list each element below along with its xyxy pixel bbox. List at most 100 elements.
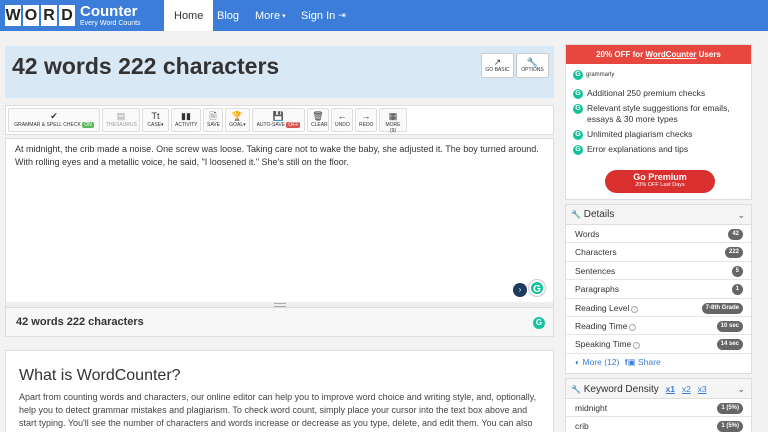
more-button[interactable]: ▦ MORE (9) [379, 108, 407, 134]
detail-row-speaking-time: Speaking Time? 14 sec [566, 335, 751, 354]
arrow-left-icon: ← [337, 111, 347, 121]
go-premium-button[interactable]: Go Premium 20% OFF Last Days [605, 170, 715, 193]
count-badge: 1 (5%) [717, 403, 743, 414]
keyword-row: midnight 1 (5%) [566, 399, 751, 418]
logo[interactable]: W O R D Counter Every Word Counts [5, 3, 141, 28]
page-title: 42 words 222 characters [12, 53, 280, 79]
options-button[interactable]: 🔧 OPTIONS [516, 53, 549, 78]
toggle-icon: ◐ [575, 356, 581, 367]
go-basic-button[interactable]: ↗ GO BASIC [481, 53, 514, 78]
count-badge: 14 sec [716, 339, 743, 351]
grammar-check-button[interactable]: ✔ GRAMMAR & SPELL CHECK ON [8, 108, 100, 132]
detail-row-sentences: Sentences 5 [566, 262, 751, 281]
grammarly-icon[interactable]: G [529, 280, 545, 296]
text-editor[interactable]: At midnight, the crib made a noise. One … [5, 138, 554, 303]
external-link-icon: ↗ [493, 57, 502, 67]
undo-button[interactable]: ← UNDO [331, 108, 353, 132]
editor-text[interactable]: At midnight, the crib made a noise. One … [15, 144, 539, 167]
details-panel: 🔧 Details ⌄ Words 42 Characters 222 Senten… [565, 204, 752, 374]
redo-button[interactable]: → REDO [355, 108, 377, 132]
detail-row-words: Words 42 [566, 225, 751, 244]
promo-list: G Additional 250 premium checks G Relevant… [573, 88, 748, 159]
bar-chart-icon: ▮▮ [181, 111, 191, 121]
on-badge: ON [82, 122, 94, 128]
chevron-down-icon[interactable]: ⌄ [737, 205, 745, 225]
count-badge: 42 [728, 229, 743, 240]
thesaurus-button[interactable]: ▤ THESAURUS [102, 108, 140, 132]
list-item: G Additional 250 premium checks [573, 88, 748, 99]
wrench-icon: 🔧 [526, 57, 539, 67]
trash-icon: 🗑 [312, 111, 324, 121]
keyword-row: crib 1 (5%) [566, 417, 751, 432]
logo-letter: D [59, 5, 75, 26]
sign-in-icon: ⇥ [338, 10, 346, 20]
trophy-icon: 🏆 [231, 111, 244, 121]
activity-button[interactable]: ▮▮ ACTIVITY [171, 108, 201, 132]
text-case-icon: Tt [151, 111, 160, 121]
logo-letter: R [41, 5, 57, 26]
wrench-icon: 🔧 [571, 210, 581, 219]
goal-button[interactable]: 🏆 GOAL▾ [225, 108, 250, 132]
list-item: G Relevant style suggestions for emails, … [573, 103, 748, 125]
grammarly-promo: 20% OFF for WordCounter Users Ggrammarly… [565, 44, 752, 200]
logo-main: Counter [80, 3, 138, 20]
counter-header: 42 words 222 characters ↗ GO BASIC 🔧 OPT… [5, 46, 554, 98]
grammarly-icon: G [573, 89, 583, 99]
more-link[interactable]: More (12) [583, 357, 620, 367]
detail-row-reading-time: Reading Time? 10 sec [566, 317, 751, 336]
editor-toolbar: ✔ GRAMMAR & SPELL CHECK ON ▤ THESAURUS T… [5, 105, 554, 135]
auto-save-button[interactable]: 💾 AUTO-SAVE OFF [252, 108, 305, 132]
grammarly-icon: G [573, 145, 583, 155]
share-link[interactable]: Share [638, 357, 661, 367]
count-badge: 7-8th Grade [701, 302, 743, 314]
off-badge: OFF [286, 122, 301, 128]
nav-home[interactable]: Home [164, 0, 214, 31]
grammarly-icon[interactable]: G [533, 317, 545, 329]
tab-x2[interactable]: x2 [682, 384, 691, 394]
count-badge: 5 [731, 265, 743, 277]
arrow-right-icon: → [361, 111, 371, 121]
chevron-down-icon[interactable]: ⌄ [737, 379, 745, 399]
floppy-icon: 💾 [272, 111, 285, 121]
logo-tagline: Every Word Counts [80, 20, 141, 27]
logo-letter: O [23, 5, 39, 26]
nav-more[interactable]: More ▾ [255, 0, 286, 31]
detail-row-characters: Characters 222 [566, 243, 751, 262]
clear-button[interactable]: 🗑 CLEAR [307, 108, 329, 132]
check-icon: ✔ [50, 111, 58, 121]
list-item: G Unlimited plagiarism checks [573, 129, 748, 140]
help-icon[interactable]: ? [629, 323, 637, 331]
promo-banner: 20% OFF for WordCounter Users [566, 45, 751, 64]
about-title: What is WordCounter? [19, 367, 181, 384]
count-badge: 1 [731, 284, 743, 296]
assistant-icon[interactable]: › [513, 283, 527, 297]
grammarly-logo: Ggrammarly [573, 70, 614, 80]
stats-summary: 42 words 222 characters [16, 316, 144, 328]
count-badge: 1 (5%) [717, 421, 743, 432]
twitter-icon[interactable]: ▣ [628, 357, 636, 367]
count-badge: 222 [724, 247, 743, 259]
help-icon[interactable]: ? [631, 305, 639, 313]
book-icon: ▤ [116, 111, 126, 121]
nav-blog[interactable]: Blog [217, 0, 239, 31]
caret-down-icon: ▾ [282, 12, 286, 20]
tab-x3[interactable]: x3 [698, 384, 707, 394]
about-section: What is WordCounter? Apart from counting… [5, 350, 554, 432]
wrench-icon: 🔧 [571, 385, 581, 394]
about-body: Apart from counting words and characters… [19, 392, 537, 428]
keyword-density-panel: 🔧 Keyword Density x1 x2 x3 ⌄ midnight 1 (… [565, 378, 752, 432]
detail-row-reading-level: Reading Level? 7-8th Grade [566, 299, 751, 317]
help-icon[interactable]: ? [633, 342, 641, 350]
count-badge: 10 sec [716, 320, 743, 332]
case-button[interactable]: Tt CASE▾ [142, 108, 169, 132]
nav-sign-in[interactable]: Sign In ⇥ [301, 0, 346, 31]
tab-x1[interactable]: x1 [666, 384, 675, 394]
detail-row-paragraphs: Paragraphs 1 [566, 280, 751, 299]
keyword-density-header[interactable]: 🔧 Keyword Density x1 x2 x3 ⌄ [566, 379, 751, 399]
grammarly-icon: G [573, 104, 583, 114]
details-footer: ◐ More (12) f▣ Share [566, 354, 751, 371]
save-button[interactable]: 🗎 SAVE [203, 108, 223, 132]
list-item: G Error explanations and tips [573, 144, 748, 155]
details-header[interactable]: 🔧 Details ⌄ [566, 205, 751, 225]
stats-bar: 42 words 222 characters G [5, 307, 554, 337]
